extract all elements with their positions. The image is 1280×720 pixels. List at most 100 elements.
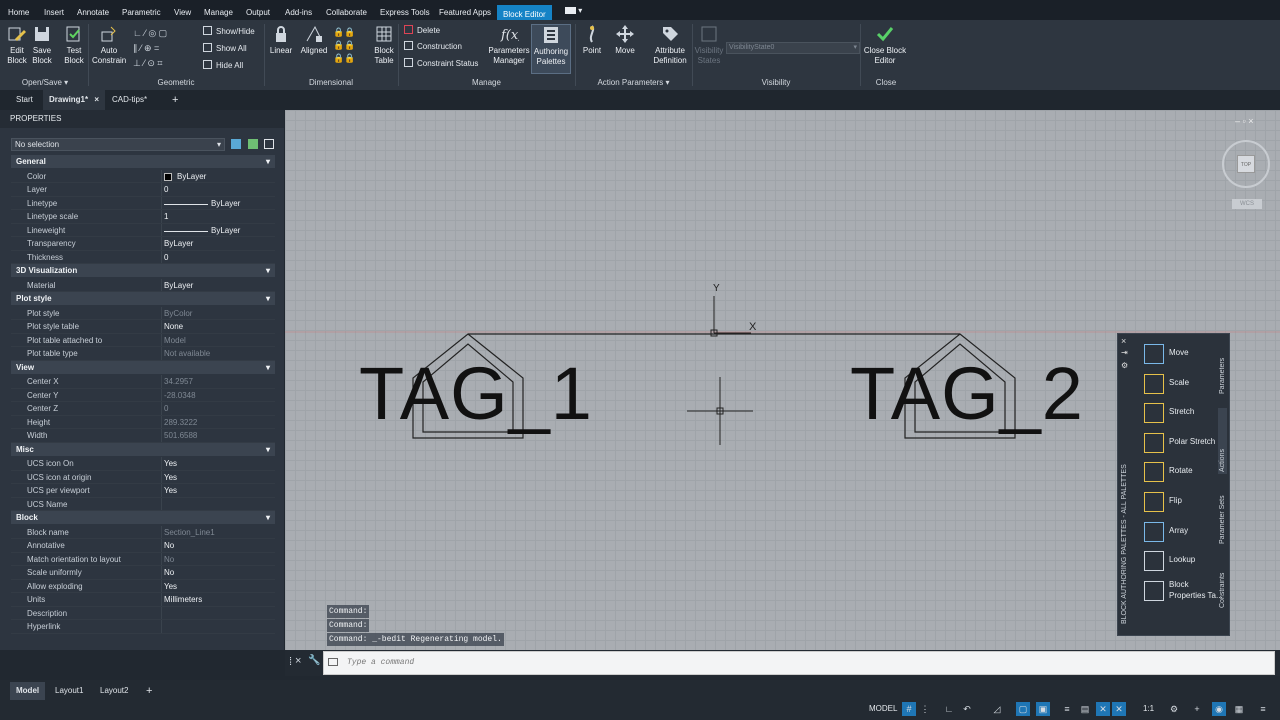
isodraft-icon[interactable]: ◿	[990, 702, 1004, 716]
aligned-button[interactable]: Aligned	[298, 24, 330, 56]
menu-insert[interactable]: Insert	[44, 0, 64, 20]
palette-item-move[interactable]: Move	[1144, 340, 1228, 368]
palette-item-flip[interactable]: Flip	[1144, 488, 1228, 516]
menu-collaborate[interactable]: Collaborate	[326, 0, 367, 20]
property-row[interactable]: UCS icon On Yes	[11, 457, 275, 471]
isolate-objects-icon[interactable]: ◉	[1212, 702, 1226, 716]
snap-icon[interactable]: ⋮	[918, 702, 932, 716]
property-row[interactable]: Description	[11, 606, 275, 620]
menu-express-tools[interactable]: Express Tools	[380, 0, 430, 20]
delete-button[interactable]: Delete	[404, 24, 440, 38]
tab-layout1[interactable]: Layout1	[49, 682, 89, 700]
section-general[interactable]: General ▾	[11, 155, 275, 168]
property-row[interactable]: UCS Name	[11, 497, 275, 511]
lineweight-icon[interactable]: ≡	[1060, 702, 1074, 716]
hardware-acceleration-icon[interactable]: ▦	[1232, 702, 1246, 716]
property-row[interactable]: Center X 34.2957	[11, 375, 275, 389]
model-space-toggle[interactable]: MODEL	[869, 704, 897, 713]
property-row[interactable]: Height 289.3222	[11, 415, 275, 429]
linear-button[interactable]: Linear	[268, 24, 294, 56]
palette-item-block-properties-ta[interactable]: Block Properties Ta...	[1144, 577, 1228, 605]
palette-item-polar-stretch[interactable]: Polar Stretch	[1144, 429, 1228, 457]
test-block-button[interactable]: Test Block	[62, 24, 86, 66]
menu-output[interactable]: Output	[246, 0, 270, 20]
add-layout-plus-icon[interactable]: +	[140, 682, 158, 700]
close-icon[interactable]: ×	[94, 95, 99, 104]
tab-constraints[interactable]: Constraints	[1219, 560, 1226, 608]
tab-actions[interactable]: Actions	[1218, 408, 1227, 474]
tab-parameters[interactable]: Parameters	[1219, 350, 1226, 394]
close-block-editor-button[interactable]: Close Block Editor	[862, 24, 908, 66]
property-row[interactable]: Annotative No	[11, 539, 275, 553]
video-icon[interactable]: ▾	[565, 6, 582, 16]
menu-parametric[interactable]: Parametric	[122, 0, 161, 20]
construction-button[interactable]: Construction	[404, 40, 462, 54]
attribute-definition-button[interactable]: Attribute Definition	[650, 24, 690, 66]
customization-icon[interactable]: ≡	[1256, 702, 1270, 716]
property-row[interactable]: Linetype ByLayer	[11, 196, 275, 210]
palette-item-array[interactable]: Array	[1144, 518, 1228, 546]
tag-1-attribute[interactable]: TAG_1	[359, 357, 593, 431]
recent-commands-icon[interactable]	[328, 658, 338, 666]
property-row[interactable]: UCS per viewport Yes	[11, 484, 275, 498]
palette-item-scale[interactable]: Scale	[1144, 370, 1228, 398]
autoscale-icon[interactable]: ✕	[1112, 702, 1126, 716]
chevron-down-icon[interactable]: ▾	[266, 443, 270, 456]
tab-drawing1[interactable]: Drawing1* ×	[43, 90, 106, 110]
menu-view[interactable]: View	[174, 0, 191, 20]
chevron-down-icon[interactable]: ▾	[266, 511, 270, 524]
palette-item-stretch[interactable]: Stretch	[1144, 399, 1228, 427]
property-row[interactable]: Material ByLayer	[11, 278, 275, 292]
otrack-icon[interactable]: ▣	[1036, 702, 1050, 716]
tag-2-attribute[interactable]: TAG_2	[850, 357, 1084, 431]
parameters-manager-button[interactable]: f(x) Parameters Manager	[488, 24, 530, 66]
menu-manage[interactable]: Manage	[204, 0, 233, 20]
block-table-button[interactable]: Block Table	[370, 24, 398, 66]
tab-model[interactable]: Model	[10, 682, 46, 700]
save-block-button[interactable]: Save Block	[30, 24, 54, 66]
authoring-palettes-button[interactable]: Authoring Palettes	[531, 24, 571, 74]
customize-wrench-icon[interactable]: 🔧	[308, 655, 320, 666]
show-hide-button[interactable]: Show/Hide	[203, 25, 255, 39]
menu-addins[interactable]: Add-ins	[285, 0, 312, 20]
dimensional-icons[interactable]: 🔒🔒 🔒🔒 🔒🔒	[333, 26, 363, 66]
property-row[interactable]: Plot table attached to Model	[11, 333, 275, 347]
menu-home[interactable]: Home	[8, 0, 29, 20]
close-icon[interactable]: ×	[295, 655, 301, 667]
transparency-icon[interactable]: ▤	[1078, 702, 1092, 716]
quick-select-icon[interactable]	[264, 139, 274, 149]
property-row[interactable]: Width 501.6588	[11, 429, 275, 443]
hide-all-button[interactable]: Hide All	[203, 59, 243, 73]
grip-icon[interactable]: ⁞	[289, 656, 292, 668]
annotation-scale[interactable]: 1:1	[1143, 704, 1154, 713]
property-row[interactable]: Thickness 0	[11, 250, 275, 264]
property-row[interactable]: UCS icon at origin Yes	[11, 470, 275, 484]
property-row[interactable]: Block name Section_Line1	[11, 525, 275, 539]
property-row[interactable]: Layer 0	[11, 183, 275, 197]
grid-icon[interactable]: #	[902, 702, 916, 716]
polar-icon[interactable]: ↶	[960, 702, 974, 716]
property-row[interactable]: Plot style table None	[11, 320, 275, 334]
auto-constrain-button[interactable]: Auto Constrain	[92, 24, 126, 66]
geometric-constraint-icons[interactable]: ∟ ⁄ ◎ ▢ ∥ ⁄ ⊕ = ⊥ ⁄ ⊙ ⌗	[133, 26, 189, 71]
move-button[interactable]: Move	[610, 24, 640, 56]
chevron-down-icon[interactable]: ▾	[266, 264, 270, 277]
property-row[interactable]: Plot style ByColor	[11, 306, 275, 320]
palette-autohide-icon[interactable]: ⇥	[1121, 348, 1128, 357]
property-row[interactable]: Transparency ByLayer	[11, 237, 275, 251]
tab-layout2[interactable]: Layout2	[94, 682, 134, 700]
palette-settings-icon[interactable]: ⚙	[1121, 361, 1128, 370]
section-view[interactable]: View ▾	[11, 360, 275, 374]
constraint-status-button[interactable]: Constraint Status	[404, 57, 478, 71]
ortho-icon[interactable]: ∟	[942, 702, 956, 716]
property-row[interactable]: Match orientation to layout No	[11, 552, 275, 566]
new-tab-plus-icon[interactable]: +	[166, 90, 184, 110]
menu-featured-apps[interactable]: Featured Apps	[439, 0, 491, 20]
section-block[interactable]: Block ▾	[11, 511, 275, 524]
viewcube[interactable]: TOP	[1222, 140, 1270, 188]
annotation-visibility-icon[interactable]: ✕	[1096, 702, 1110, 716]
tab-parameter-sets[interactable]: Parameter Sets	[1219, 486, 1226, 544]
toggle-pickadd-icon[interactable]	[231, 139, 241, 149]
command-input[interactable]: Type a command	[323, 651, 1275, 675]
select-objects-icon[interactable]	[248, 139, 258, 149]
